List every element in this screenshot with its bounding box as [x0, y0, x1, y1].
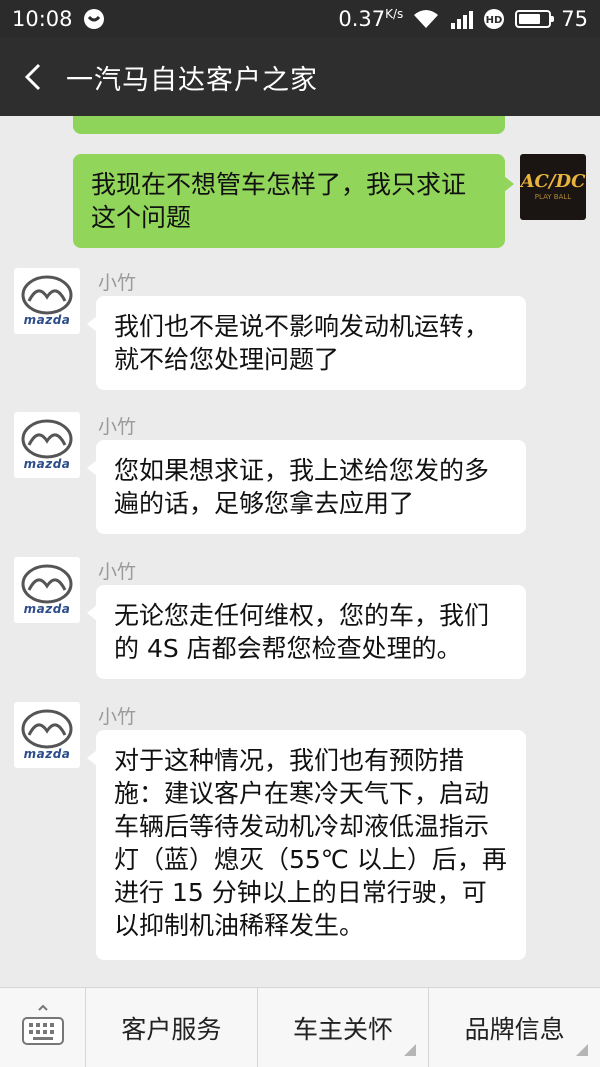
mazda-logo-icon [21, 275, 73, 315]
incoming-message[interactable]: 对于这种情况，我们也有预防措施：建议客户在寒冷天气下，启动车辆后等待发动机冷却液… [87, 730, 526, 960]
battery-percent: 75 [561, 7, 588, 31]
mazda-avatar[interactable]: mazda [14, 268, 80, 334]
menu-label: 车主关怀 [293, 1015, 394, 1044]
battery-level [519, 14, 541, 24]
notification-icon [83, 8, 105, 30]
status-bar: 10:08 0.37K/s HD 75 [0, 0, 600, 38]
keyboard-toggle-button[interactable] [0, 988, 86, 1067]
mazda-wordmark: mazda [23, 457, 71, 471]
back-button[interactable] [0, 38, 66, 116]
status-time: 10:08 [12, 7, 73, 31]
keyboard-icon [21, 1004, 64, 1045]
mazda-avatar[interactable]: mazda [14, 702, 80, 768]
mazda-wordmark: mazda [23, 602, 71, 616]
menu-label: 客户服务 [121, 1015, 222, 1044]
outgoing-message[interactable]: 我现在不想管车怎样了，我只求证这个问题 [73, 154, 514, 248]
menu-customer-service[interactable]: 客户服务 [86, 988, 258, 1067]
svg-text:HD: HD [486, 15, 503, 26]
incoming-message[interactable]: 无论您走任何维权，您的车，我们的 4S 店都会帮您检查处理的。 [87, 585, 526, 679]
wifi-icon [413, 9, 439, 29]
menu-label: 品牌信息 [464, 1015, 565, 1044]
mazda-wordmark: mazda [23, 747, 71, 761]
network-speed-unit: K/s [385, 7, 404, 21]
sender-name: 小竹 [98, 272, 137, 294]
sender-name: 小竹 [98, 416, 137, 438]
mazda-avatar[interactable]: mazda [14, 412, 80, 478]
mazda-logo-icon [21, 709, 73, 749]
avatar-logo-text: AC/DC [520, 171, 586, 192]
mazda-wordmark: mazda [23, 313, 71, 327]
my-avatar[interactable]: AC/DC PLAY BALL [520, 154, 586, 220]
network-speed: 0.37K/s [338, 7, 403, 31]
submenu-indicator-icon [576, 1044, 589, 1056]
sender-name: 小竹 [98, 561, 137, 583]
avatar-logo-subtext: PLAY BALL [534, 193, 572, 201]
menu-owner-care[interactable]: 车主关怀 [258, 988, 430, 1067]
network-speed-value: 0.37 [338, 7, 386, 31]
incoming-message[interactable]: 我们也不是说不影响发动机运转，就不给您处理问题了 [87, 296, 526, 390]
mazda-logo-icon [21, 419, 73, 459]
chat-area[interactable]: 我现在不想管车怎样了，我只求证这个问题 AC/DC PLAY BALL mazd… [0, 116, 600, 987]
mazda-logo-icon [21, 564, 73, 604]
menu-brand-info[interactable]: 品牌信息 [429, 988, 600, 1067]
back-arrow-icon [24, 63, 41, 91]
previous-message-bubble [73, 116, 505, 134]
incoming-message[interactable]: 您如果想求证，我上述给您发的多遍的话，足够您拿去应用了 [87, 440, 526, 534]
title-bar: 一汽马自达客户之家 [0, 38, 600, 116]
battery-icon [515, 10, 555, 28]
sender-name: 小竹 [98, 706, 137, 728]
submenu-indicator-icon [404, 1044, 417, 1056]
hd-icon: HD [483, 8, 505, 30]
mazda-avatar[interactable]: mazda [14, 557, 80, 623]
signal-4g-icon [449, 9, 474, 29]
bottom-menu-bar: 客户服务 车主关怀 品牌信息 [0, 987, 600, 1067]
page-title: 一汽马自达客户之家 [66, 64, 318, 96]
